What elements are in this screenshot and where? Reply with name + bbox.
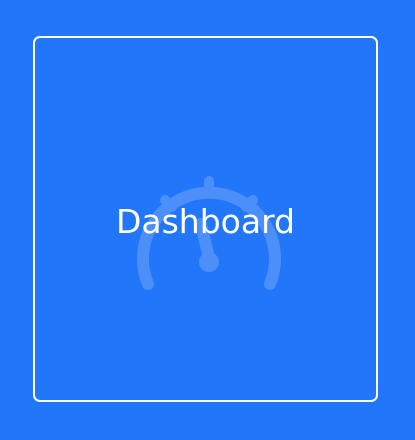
tile-label: Dashboard: [115, 202, 296, 241]
dashboard-tile[interactable]: Dashboard: [33, 36, 378, 402]
